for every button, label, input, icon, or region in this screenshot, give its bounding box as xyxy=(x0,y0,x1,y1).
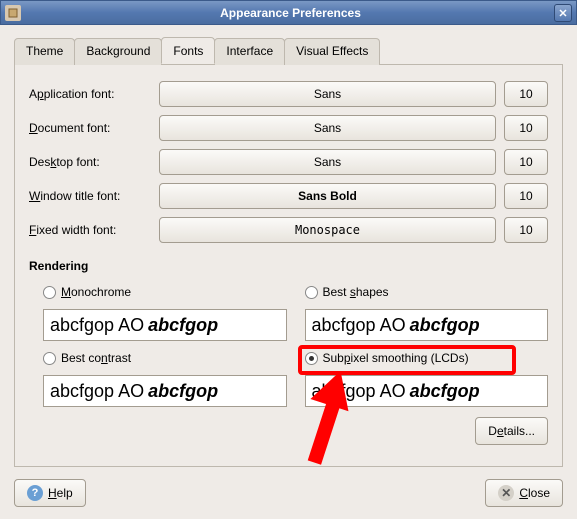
help-icon: ? xyxy=(27,485,43,501)
rendering-grid: Monochrome Best shapes abcfgop AO abcfgo… xyxy=(29,281,548,407)
label-application-font: Application font: xyxy=(29,87,151,101)
sample-best-contrast: abcfgop AO abcfgop xyxy=(43,375,287,407)
tab-fonts[interactable]: Fonts xyxy=(161,37,215,64)
desktop-font-size-button[interactable]: 10 xyxy=(504,149,548,175)
window-body: Theme Background Fonts Interface Visual … xyxy=(0,25,577,519)
application-font-button[interactable]: Sans xyxy=(159,81,496,107)
row-document-font: Document font: Sans 10 xyxy=(29,115,548,141)
label-window-title-font: Window title font: xyxy=(29,189,151,203)
window-icon xyxy=(5,5,21,21)
radio-icon xyxy=(305,352,318,365)
font-rows: Application font: Sans 10 Document font:… xyxy=(29,81,548,243)
label-fixed-width-font: Fixed width font: xyxy=(29,223,151,237)
help-button[interactable]: ? Help xyxy=(14,479,86,507)
radio-icon xyxy=(305,286,318,299)
label-desktop-font: Desktop font: xyxy=(29,155,151,169)
radio-best-contrast[interactable]: Best contrast xyxy=(43,347,287,369)
tab-content-fonts: Application font: Sans 10 Document font:… xyxy=(14,65,563,467)
tab-theme[interactable]: Theme xyxy=(14,38,75,65)
close-button[interactable]: ✕ Close xyxy=(485,479,563,507)
tab-interface[interactable]: Interface xyxy=(214,38,285,65)
desktop-font-button[interactable]: Sans xyxy=(159,149,496,175)
radio-icon xyxy=(43,352,56,365)
row-fixed-width-font: Fixed width font: Monospace 10 xyxy=(29,217,548,243)
dialog-footer: ? Help ✕ Close xyxy=(14,479,563,507)
fixed-width-font-size-button[interactable]: 10 xyxy=(504,217,548,243)
label-document-font: Document font: xyxy=(29,121,151,135)
tabs-bar: Theme Background Fonts Interface Visual … xyxy=(14,37,563,65)
sample-subpixel: abcfgop AO abcfgop xyxy=(305,375,549,407)
tab-background[interactable]: Background xyxy=(74,38,162,65)
details-button[interactable]: Details... xyxy=(475,417,548,445)
tab-visual-effects[interactable]: Visual Effects xyxy=(284,38,380,65)
fixed-width-font-button[interactable]: Monospace xyxy=(159,217,496,243)
window-title-font-size-button[interactable]: 10 xyxy=(504,183,548,209)
window-close-button[interactable] xyxy=(554,4,572,22)
radio-subpixel-smoothing[interactable]: Subpixel smoothing (LCDs) xyxy=(305,347,549,369)
sample-monochrome: abcfgop AO abcfgop xyxy=(43,309,287,341)
row-window-title-font: Window title font: Sans Bold 10 xyxy=(29,183,548,209)
document-font-button[interactable]: Sans xyxy=(159,115,496,141)
application-font-size-button[interactable]: 10 xyxy=(504,81,548,107)
radio-best-shapes[interactable]: Best shapes xyxy=(305,281,549,303)
rendering-heading: Rendering xyxy=(29,259,548,273)
document-font-size-button[interactable]: 10 xyxy=(504,115,548,141)
row-desktop-font: Desktop font: Sans 10 xyxy=(29,149,548,175)
sample-best-shapes: abcfgop AO abcfgop xyxy=(305,309,549,341)
close-icon: ✕ xyxy=(498,485,514,501)
row-application-font: Application font: Sans 10 xyxy=(29,81,548,107)
titlebar: Appearance Preferences xyxy=(0,0,577,25)
window-title: Appearance Preferences xyxy=(27,6,554,20)
radio-icon xyxy=(43,286,56,299)
radio-monochrome[interactable]: Monochrome xyxy=(43,281,287,303)
window-title-font-button[interactable]: Sans Bold xyxy=(159,183,496,209)
